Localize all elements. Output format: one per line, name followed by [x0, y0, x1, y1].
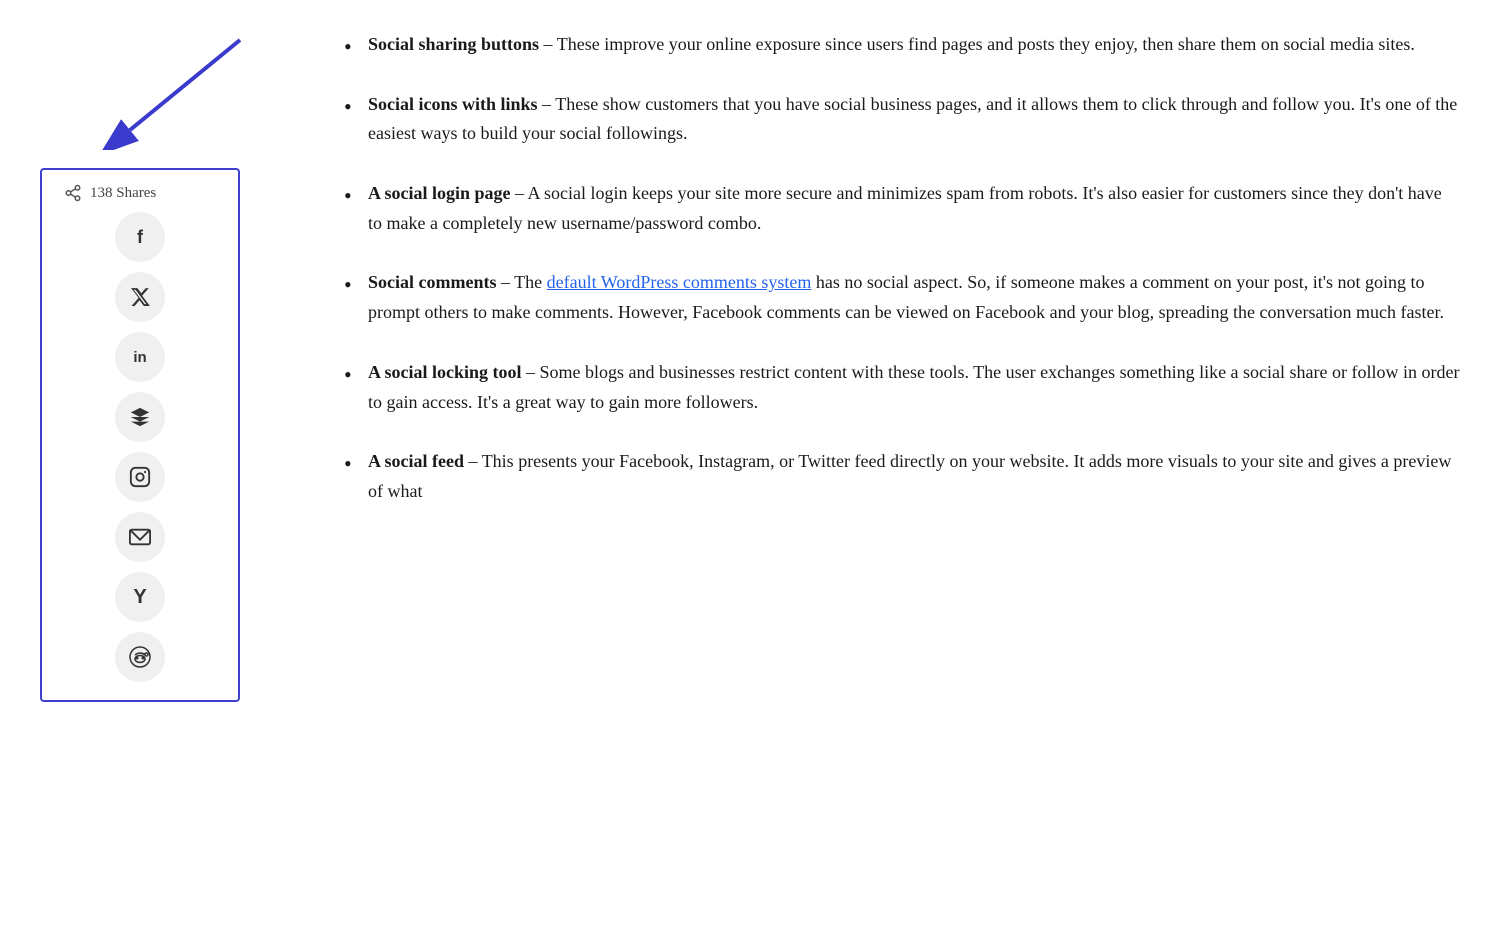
facebook-share-button[interactable]: f [115, 212, 165, 262]
yummly-icon: Y [133, 586, 146, 609]
reddit-share-button[interactable] [115, 632, 165, 682]
term-social-icons: Social icons with links [368, 94, 538, 114]
list-item-sharing-buttons: Social sharing buttons – These improve y… [340, 30, 1460, 60]
dash-1: – [538, 94, 556, 114]
twitter-icon [129, 286, 151, 308]
dash-comments: – The [496, 272, 546, 292]
share-count-row: 138 Shares [60, 184, 156, 202]
email-share-button[interactable] [115, 512, 165, 562]
dash-0: – [539, 34, 557, 54]
buffer-share-button[interactable] [115, 392, 165, 442]
list-item-social-comments: Social comments – The default WordPress … [340, 268, 1460, 327]
dash-2: – [511, 183, 528, 203]
content-area: Social sharing buttons – These improve y… [340, 30, 1460, 702]
linkedin-share-button[interactable]: in [115, 332, 165, 382]
list-item-social-icons: Social icons with links – These show cus… [340, 90, 1460, 149]
text-social-login: A social login keeps your site more secu… [368, 183, 1442, 233]
list-item-social-feed: A social feed – This presents your Faceb… [340, 447, 1460, 506]
share-widget: 138 Shares f in [40, 168, 240, 702]
feature-list: Social sharing buttons – These improve y… [340, 30, 1460, 507]
term-social-locking: A social locking tool [368, 362, 522, 382]
text-social-feed: This presents your Facebook, Instagram, … [368, 451, 1451, 501]
twitter-share-button[interactable] [115, 272, 165, 322]
linkedin-icon: in [133, 349, 146, 366]
social-buttons-list: f in [60, 212, 220, 682]
yummly-share-button[interactable]: Y [115, 572, 165, 622]
arrow-icon [100, 30, 260, 150]
facebook-icon: f [137, 227, 143, 248]
list-item-social-login: A social login page – A social login kee… [340, 179, 1460, 238]
instagram-share-button[interactable] [115, 452, 165, 502]
term-social-sharing: Social sharing buttons [368, 34, 539, 54]
share-icon [64, 184, 82, 202]
wordpress-comments-link[interactable]: default WordPress comments system [547, 272, 812, 292]
reddit-icon [128, 645, 152, 669]
dash-5: – [464, 451, 482, 471]
arrow-container [40, 30, 260, 160]
instagram-icon [129, 466, 151, 488]
dash-4: – [522, 362, 540, 382]
term-social-login: A social login page [368, 183, 511, 203]
email-icon [129, 527, 151, 547]
left-column: 138 Shares f in [40, 30, 300, 702]
text-social-sharing: These improve your online exposure since… [557, 34, 1415, 54]
term-social-comments: Social comments [368, 272, 496, 292]
list-item-social-locking: A social locking tool – Some blogs and b… [340, 358, 1460, 417]
share-count-text: 138 Shares [90, 185, 156, 202]
buffer-icon [129, 406, 151, 428]
term-social-feed: A social feed [368, 451, 464, 471]
